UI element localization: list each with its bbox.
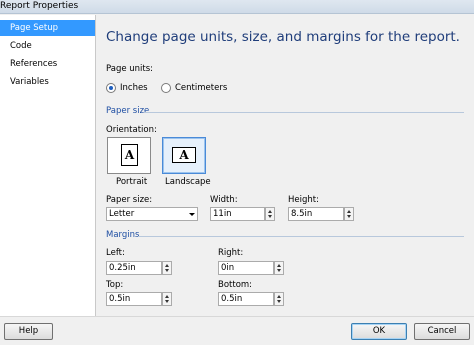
paper-size-select[interactable]: Letter (106, 207, 198, 221)
width-spinner[interactable] (265, 207, 275, 221)
right-margin-spinner[interactable] (274, 261, 284, 275)
paper-size-value: Letter (109, 209, 135, 219)
portrait-label: Portrait (116, 177, 148, 187)
right-margin-field[interactable]: 0in (218, 261, 274, 275)
left-margin-field[interactable]: 0.25in (106, 261, 162, 275)
ok-button[interactable]: OK (351, 323, 407, 340)
window-title: Report Properties (0, 1, 79, 11)
title-bar: Report Properties (0, 0, 474, 14)
chevron-down-icon (189, 213, 195, 216)
centimeters-label: Centimeters (175, 83, 228, 93)
landscape-label: Landscape (165, 177, 211, 187)
sidebar-nav: Page Setup Code References Variables (0, 15, 96, 316)
paper-size-section-label: Paper size (106, 106, 150, 116)
top-margin-label: Top: (106, 280, 124, 290)
help-button[interactable]: Help (4, 323, 53, 340)
sidebar-item-variables[interactable]: Variables (0, 74, 95, 90)
height-field[interactable]: 8.5in (288, 207, 344, 221)
inches-label: Inches (120, 83, 148, 93)
margins-divider (138, 236, 464, 237)
height-label: Height: (288, 195, 319, 205)
sidebar-item-code[interactable]: Code (0, 38, 95, 54)
centimeters-radio[interactable] (161, 83, 171, 93)
portrait-option[interactable]: A (107, 137, 151, 174)
cancel-button[interactable]: Cancel (414, 323, 470, 340)
top-margin-spinner[interactable] (162, 292, 172, 306)
sidebar-item-references[interactable]: References (0, 56, 95, 72)
height-spinner[interactable] (344, 207, 354, 221)
bottom-margin-field[interactable]: 0.5in (218, 292, 274, 306)
page-title: Change page units, size, and margins for… (106, 29, 460, 45)
sidebar-item-page-setup[interactable]: Page Setup (0, 20, 95, 36)
bottom-margin-spinner[interactable] (274, 292, 284, 306)
top-margin-field[interactable]: 0.5in (106, 292, 162, 306)
left-margin-spinner[interactable] (162, 261, 172, 275)
paper-size-label: Paper size: (106, 195, 153, 205)
portrait-page-icon: A (121, 144, 138, 166)
footer-divider (0, 316, 474, 317)
landscape-page-icon: A (172, 147, 196, 163)
width-field[interactable]: 11in (210, 207, 265, 221)
left-margin-label: Left: (106, 248, 125, 258)
bottom-margin-label: Bottom: (218, 280, 253, 290)
orientation-label: Orientation: (106, 125, 157, 135)
paper-size-divider (144, 112, 464, 113)
page-units-label: Page units: (106, 64, 154, 74)
right-margin-label: Right: (218, 248, 244, 258)
width-label: Width: (210, 195, 238, 205)
landscape-option[interactable]: A (162, 137, 206, 174)
inches-radio[interactable] (106, 83, 116, 93)
margins-section-label: Margins (106, 230, 140, 240)
